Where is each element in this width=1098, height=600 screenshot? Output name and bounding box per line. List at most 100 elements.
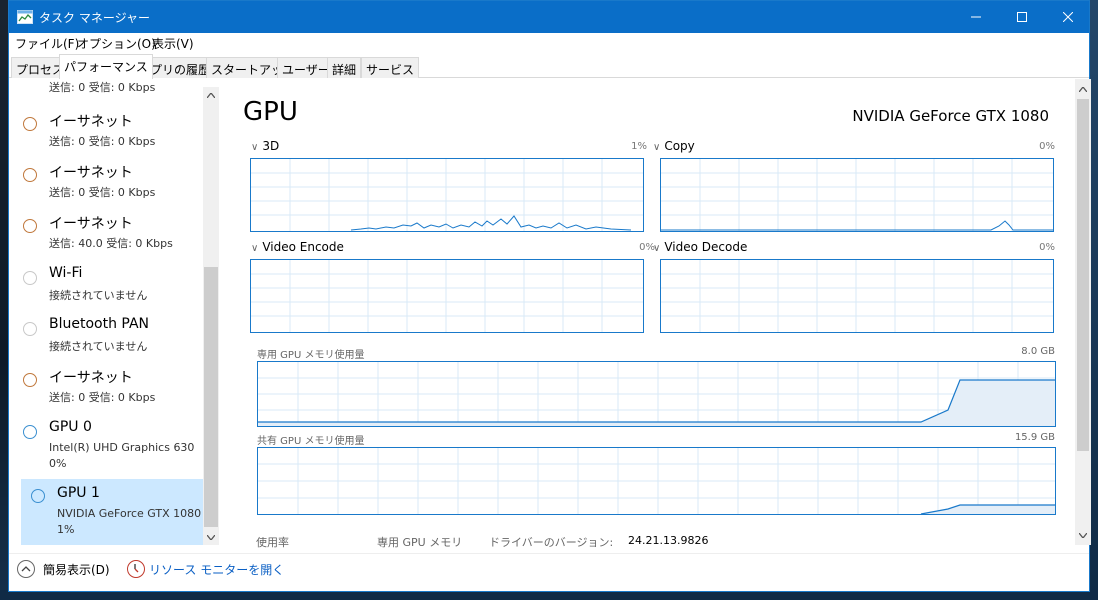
dedicated-memory-plot xyxy=(258,362,1055,426)
sidebar-item-label: GPU 1 xyxy=(57,485,100,501)
fewer-details-button[interactable]: 簡易表示(D) xyxy=(43,561,110,578)
sidebar-item-wifi[interactable]: Wi-Fi 接続されていません xyxy=(11,265,199,313)
sidebar-item-bluetooth[interactable]: Bluetooth PAN 接続されていません xyxy=(11,316,199,364)
open-resource-monitor-link[interactable]: リソース モニターを開く xyxy=(149,561,284,578)
desktop-background-right xyxy=(1090,0,1098,600)
menu-bar: ファイル(F) オプション(O) 表示(V) xyxy=(9,33,1089,52)
task-manager-icon xyxy=(17,10,33,24)
graph-3d-label[interactable]: ∨ 3D xyxy=(251,139,279,153)
sidebar-item-sub: 接続されていません xyxy=(49,340,148,353)
main-scrollbar[interactable] xyxy=(1075,79,1091,545)
graph-video-encode-plot xyxy=(251,260,643,332)
sidebar-scroll-thumb[interactable] xyxy=(204,267,218,527)
ethernet-icon xyxy=(23,168,37,182)
graph-3d-pct: 1% xyxy=(631,141,647,152)
sidebar-item-sub: 送信: 0 受信: 0 Kbps xyxy=(49,186,156,199)
page-title: GPU xyxy=(243,97,298,127)
scroll-up-icon[interactable] xyxy=(203,87,219,103)
sidebar-item-usage: 1% xyxy=(57,523,75,536)
graph-copy xyxy=(660,158,1054,232)
performance-sidebar: 送信: 0 受信: 0 Kbps イーサネット 送信: 0 受信: 0 Kbps… xyxy=(11,79,219,551)
chevron-down-icon: ∨ xyxy=(653,243,661,254)
sidebar-item-label: Bluetooth PAN xyxy=(49,316,150,332)
driver-version-value: 24.21.13.9826 xyxy=(628,534,709,547)
ethernet-icon xyxy=(23,117,37,131)
graph-copy-label[interactable]: ∨ Copy xyxy=(653,139,695,153)
sidebar-item-gpu1[interactable]: GPU 1 NVIDIA GeForce GTX 1080 1% xyxy=(21,479,207,545)
shared-memory-max: 15.9 GB xyxy=(1014,432,1055,443)
gpu-detail-panel: GPU NVIDIA GeForce GTX 1080 ∨ 3D 1% ∨ Copy… xyxy=(221,79,1089,551)
dedicated-memory-max: 8.0 GB xyxy=(1021,346,1055,357)
menu-view[interactable]: 表示(V) xyxy=(152,35,194,52)
graph-video-decode-plot xyxy=(661,260,1053,332)
graph-copy-pct: 0% xyxy=(1039,141,1055,152)
footer-bar: 簡易表示(D) リソース モニターを開く xyxy=(9,553,1089,591)
graph-video-encode-label[interactable]: ∨ Video Encode xyxy=(251,240,344,254)
tab-details[interactable]: 詳細 xyxy=(327,57,362,78)
sidebar-item-gpu0[interactable]: GPU 0 Intel(R) UHD Graphics 630 0% xyxy=(11,419,199,475)
sidebar-item-sub: 送信: 40.0 受信: 0 Kbps xyxy=(49,237,173,250)
sidebar-item-ethernet[interactable]: イーサネット 送信: 0 受信: 0 Kbps xyxy=(11,367,199,415)
chevron-down-icon: ∨ xyxy=(251,142,259,153)
sidebar-item-partial[interactable]: 送信: 0 受信: 0 Kbps xyxy=(11,79,199,95)
sidebar-item-sub: 送信: 0 受信: 0 Kbps xyxy=(49,391,156,404)
scroll-up-icon[interactable] xyxy=(1075,81,1091,97)
gpu-icon xyxy=(31,489,45,503)
sidebar-item-sub: 接続されていません xyxy=(49,289,148,302)
title-bar[interactable]: タスク マネージャー xyxy=(9,1,1089,33)
ethernet-icon xyxy=(23,219,37,233)
dedicated-memory-label: 専用 GPU メモリ使用量 xyxy=(257,350,365,361)
close-button[interactable] xyxy=(1045,1,1091,33)
graph-3d xyxy=(250,158,644,232)
gpu-icon xyxy=(23,425,37,439)
wifi-icon xyxy=(23,271,37,285)
graph-copy-plot xyxy=(661,159,1053,231)
close-icon xyxy=(1063,12,1073,22)
main-scroll-thumb[interactable] xyxy=(1077,99,1089,451)
sidebar-item-sub: 送信: 0 受信: 0 Kbps xyxy=(49,135,156,148)
menu-options[interactable]: オプション(O) xyxy=(77,35,156,52)
bluetooth-icon xyxy=(23,322,37,336)
graph-video-decode-label[interactable]: ∨ Video Decode xyxy=(653,240,747,254)
sidebar-item-sub: Intel(R) UHD Graphics 630 xyxy=(49,441,195,454)
shared-memory-plot xyxy=(258,448,1055,514)
maximize-icon xyxy=(1017,12,1027,22)
ethernet-icon xyxy=(23,373,37,387)
shared-memory-graph xyxy=(257,447,1056,515)
driver-version-label: ドライバーのバージョン: xyxy=(489,536,614,549)
minimize-icon xyxy=(971,16,981,18)
window-title: タスク マネージャー xyxy=(39,11,150,25)
graph-video-decode xyxy=(660,259,1054,333)
scroll-down-icon[interactable] xyxy=(203,529,219,545)
gpu-model-name: NVIDIA GeForce GTX 1080 xyxy=(852,107,1049,125)
sidebar-item-ethernet[interactable]: イーサネット 送信: 0 受信: 0 Kbps xyxy=(11,162,199,210)
resource-monitor-icon xyxy=(127,560,145,578)
dedicated-memory-graph xyxy=(257,361,1056,427)
sidebar-item-sub: 送信: 0 受信: 0 Kbps xyxy=(49,81,156,94)
scroll-down-icon[interactable] xyxy=(1075,527,1091,543)
usage-label: 使用率 xyxy=(256,536,289,549)
maximize-button[interactable] xyxy=(999,1,1045,33)
sidebar-item-label: Wi-Fi xyxy=(49,265,83,281)
sidebar-item-label: イーサネット xyxy=(49,370,133,386)
shared-memory-label: 共有 GPU メモリ使用量 xyxy=(257,436,365,447)
graph-video-encode xyxy=(250,259,644,333)
chevron-down-icon: ∨ xyxy=(251,243,259,254)
graph-video-encode-pct: 0% xyxy=(639,242,655,253)
graph-3d-plot xyxy=(251,159,643,231)
chevron-up-icon[interactable] xyxy=(17,560,35,578)
chevron-down-icon: ∨ xyxy=(653,142,661,153)
sidebar-item-sub: NVIDIA GeForce GTX 1080 xyxy=(57,507,202,520)
tab-performance[interactable]: パフォーマンス xyxy=(59,54,153,79)
graph-video-decode-pct: 0% xyxy=(1039,242,1055,253)
tab-services[interactable]: サービス xyxy=(361,57,420,78)
tab-bar: プロセス パフォーマンス アプリの履歴 スタートアップ ユーザー 詳細 サービス xyxy=(9,54,1089,79)
sidebar-scrollbar[interactable] xyxy=(203,87,219,545)
sidebar-item-ethernet[interactable]: イーサネット 送信: 40.0 受信: 0 Kbps xyxy=(11,213,199,261)
minimize-button[interactable] xyxy=(953,1,999,33)
sidebar-item-label: イーサネット xyxy=(49,216,133,232)
sidebar-item-label: イーサネット xyxy=(49,165,133,181)
sidebar-item-ethernet[interactable]: イーサネット 送信: 0 受信: 0 Kbps xyxy=(11,111,199,159)
task-manager-window: タスク マネージャー ファイル(F) オプション(O) 表示(V) プロセス パ… xyxy=(8,0,1091,592)
menu-file[interactable]: ファイル(F) xyxy=(15,35,79,52)
